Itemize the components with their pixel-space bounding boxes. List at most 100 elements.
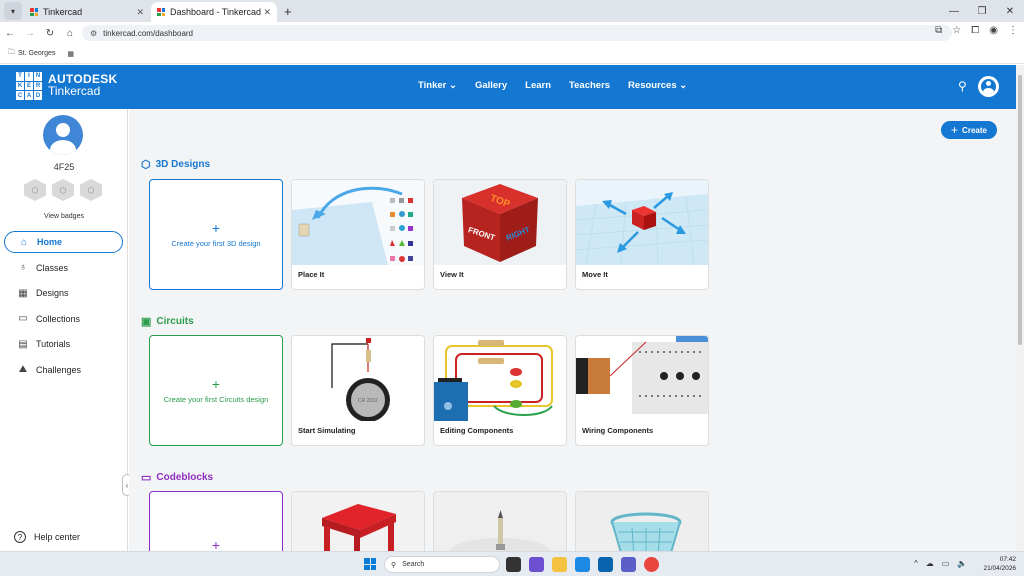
create-codeblocks-design-card[interactable]: + xyxy=(149,491,283,551)
create-button[interactable]: + Create xyxy=(941,121,997,139)
sidebar-item-tutorials[interactable]: ▤ Tutorials xyxy=(4,333,123,355)
apple-icon: ♁ xyxy=(19,262,27,274)
browser-tab-dashboard[interactable]: Dashboard - Tinkercad ✕ xyxy=(151,2,277,22)
new-tab-button[interactable]: + xyxy=(284,4,292,19)
badge-icon[interactable]: ⬡ xyxy=(80,179,102,201)
onedrive-icon[interactable]: ☁ xyxy=(926,559,934,568)
badges-row: ⬡ ⬡ ⬡ xyxy=(24,179,102,201)
taskbar-clock[interactable]: 07:42 21/04/2026 xyxy=(980,555,1016,573)
tray-chevron-icon[interactable]: ^ xyxy=(914,559,918,568)
book-icon: ▤ xyxy=(18,338,28,350)
teams-icon[interactable] xyxy=(621,557,636,572)
reload-icon[interactable]: ↻ xyxy=(40,28,60,39)
volume-icon[interactable]: 🔈 xyxy=(957,559,967,568)
nav-gallery[interactable]: Gallery xyxy=(475,80,507,91)
taskbar-apps xyxy=(506,557,659,572)
section-title-3d-designs[interactable]: ⬡ 3D Designs xyxy=(141,158,210,171)
task-view-icon[interactable] xyxy=(506,557,521,572)
main-content: + Create ⬡ 3D Designs + Create your first … xyxy=(129,109,1016,551)
user-avatar-button[interactable] xyxy=(978,76,999,97)
badge-icon[interactable]: ⬡ xyxy=(52,179,74,201)
forward-icon[interactable]: → xyxy=(20,28,40,39)
codeblocks-table-thumbnail xyxy=(292,492,424,551)
close-tab-icon[interactable]: ✕ xyxy=(136,7,144,18)
plus-icon: + xyxy=(951,123,959,137)
codeblocks-basket-thumbnail xyxy=(576,492,708,551)
close-tab-icon[interactable]: ✕ xyxy=(263,7,271,18)
tab-title: Dashboard - Tinkercad xyxy=(170,7,262,17)
tutorial-card-editing-components[interactable]: Editing Components xyxy=(433,335,567,446)
nav-resources[interactable]: Resources ⌄ xyxy=(628,80,687,91)
place-it-thumbnail xyxy=(292,180,424,265)
create-3d-design-card[interactable]: + Create your first 3D design xyxy=(149,179,283,290)
sidebar-item-collections[interactable]: ▭ Collections xyxy=(4,308,123,330)
bookmark-star-icon[interactable]: ☆ xyxy=(952,25,961,36)
minimize-icon[interactable]: — xyxy=(940,6,968,17)
tutorial-card-wiring-components[interactable]: Wiring Components xyxy=(575,335,709,446)
profile-icon[interactable]: ◉ xyxy=(989,25,998,36)
sidebar-item-challenges[interactable]: ⛰ Challenges xyxy=(4,359,123,381)
scrollbar-thumb[interactable] xyxy=(1018,75,1022,345)
badge-icon[interactable]: ⬡ xyxy=(24,179,46,201)
close-window-icon[interactable]: ✕ xyxy=(996,6,1024,17)
network-icon[interactable]: ▭ xyxy=(942,559,950,568)
page-scrollbar[interactable] xyxy=(1016,65,1024,551)
tutorial-card-start-simulating[interactable]: CR 2032 Start Simulating xyxy=(291,335,425,446)
tutorial-card-codeblocks-2[interactable] xyxy=(433,491,567,551)
chip-icon: ▣ xyxy=(141,316,152,328)
tutorial-card-codeblocks-1[interactable] xyxy=(291,491,425,551)
windows-taskbar: ⚲ Search ^ ☁ ▭ 🔈 07:42 21/04/2026 xyxy=(0,551,1024,576)
section-title-circuits[interactable]: ▣ Circuits xyxy=(141,315,194,328)
tutorial-card-move-it[interactable]: Move It xyxy=(575,179,709,290)
grid-icon: ▦ xyxy=(18,287,28,299)
nav-learn[interactable]: Learn xyxy=(525,80,551,91)
browser-tab-tinkercad[interactable]: Tinkercad ✕ xyxy=(24,2,150,22)
section-title-codeblocks[interactable]: ▭ Codeblocks xyxy=(141,471,213,484)
view-it-thumbnail: TOP FRONT RIGHT xyxy=(434,180,566,265)
copilot-icon[interactable] xyxy=(529,557,544,572)
extensions-icon[interactable]: ⧠ xyxy=(971,25,979,36)
file-explorer-icon[interactable] xyxy=(552,557,567,572)
restore-icon[interactable]: ❐ xyxy=(968,6,996,17)
codeblocks-icon: ▭ xyxy=(141,472,152,484)
url-input[interactable]: ⚙ tinkercad.com/dashboard xyxy=(82,25,952,41)
tutorial-card-place-it[interactable]: Place It xyxy=(291,179,425,290)
mountain-icon: ⛰ xyxy=(18,364,28,376)
username: 4F25 xyxy=(53,162,75,172)
tinkercad-favicon xyxy=(30,8,38,16)
tab-list-button[interactable]: ▾ xyxy=(4,2,22,20)
start-simulating-thumbnail: CR 2032 xyxy=(292,336,424,421)
view-badges-link[interactable]: View badges xyxy=(0,213,128,220)
profile-avatar[interactable] xyxy=(43,115,83,155)
bookmark-st-georges[interactable]: 🗀 St. Georges xyxy=(8,48,55,59)
window-controls: — ❐ ✕ xyxy=(940,0,1024,22)
create-circuits-design-card[interactable]: + Create your first Circuits design xyxy=(149,335,283,446)
plus-icon: + xyxy=(211,536,221,552)
search-icon[interactable]: ⚲ xyxy=(958,79,967,93)
nav-tinker[interactable]: Tinker ⌄ xyxy=(418,80,457,91)
tutorial-card-codeblocks-3[interactable] xyxy=(575,491,709,551)
sidebar-item-home[interactable]: ⌂ Home xyxy=(4,231,123,253)
home-icon: ⌂ xyxy=(20,236,28,248)
back-icon[interactable]: ← xyxy=(0,28,20,39)
browser-menu-icon[interactable]: ⋮ xyxy=(1008,25,1018,36)
site-info-icon[interactable]: ⚙ xyxy=(90,29,97,38)
tutorial-card-view-it[interactable]: TOP FRONT RIGHT View It xyxy=(433,179,567,290)
home-browser-icon[interactable]: ⌂ xyxy=(60,28,80,39)
brand-name[interactable]: AUTODESK Tinkercad xyxy=(48,73,118,97)
tinkercad-logo[interactable]: TINKERCAD xyxy=(16,72,42,100)
sidebar-item-designs[interactable]: ▦ Designs xyxy=(4,282,123,304)
edge-icon[interactable] xyxy=(575,557,590,572)
collection-icon: ▭ xyxy=(18,313,28,325)
plus-icon: + xyxy=(211,220,221,236)
plus-icon: + xyxy=(211,376,221,392)
install-app-icon[interactable]: ⧉ xyxy=(935,25,942,36)
sidebar-item-classes[interactable]: ♁ Classes xyxy=(4,257,123,279)
chrome-icon[interactable] xyxy=(644,557,659,572)
nav-teachers[interactable]: Teachers xyxy=(569,80,610,91)
taskbar-search-input[interactable]: ⚲ Search xyxy=(384,556,500,573)
windows-start-icon[interactable] xyxy=(364,558,376,570)
outlook-icon[interactable] xyxy=(598,557,613,572)
help-center-link[interactable]: ? Help center xyxy=(14,531,80,543)
apps-grid-icon[interactable]: ▦ xyxy=(67,50,74,58)
